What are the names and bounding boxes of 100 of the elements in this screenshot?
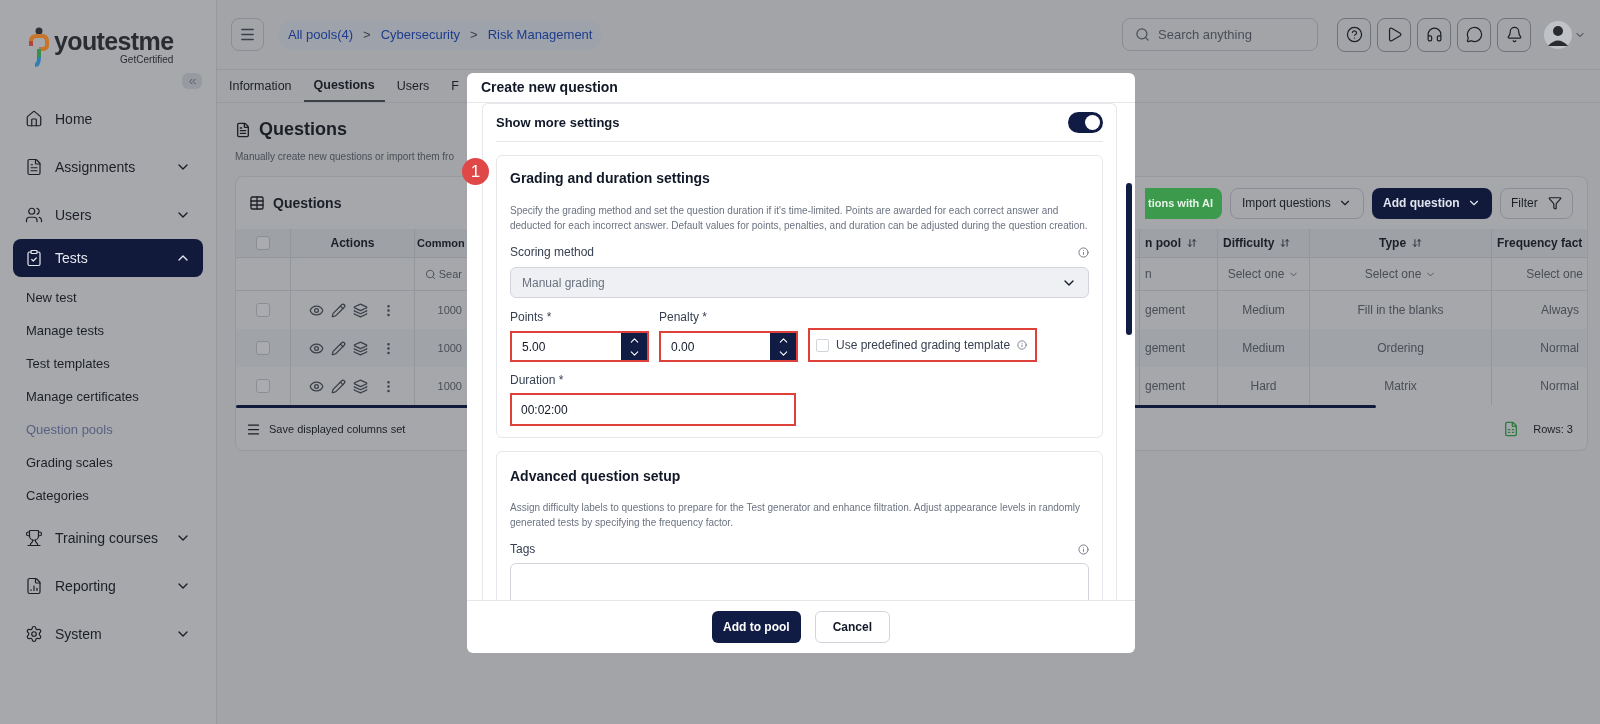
filter-icon: [1548, 196, 1562, 210]
import-dropdown[interactable]: Import questions: [1230, 187, 1364, 219]
table-cell-text: Hard: [1250, 378, 1277, 395]
field-label: Tags: [510, 541, 536, 558]
view-icon[interactable]: [309, 302, 324, 318]
layers-icon[interactable]: [353, 340, 368, 356]
cancel-button[interactable]: Cancel: [814, 611, 890, 643]
edit-icon[interactable]: [331, 302, 346, 318]
field-label: Duration *: [510, 372, 565, 389]
bell-button[interactable]: [1497, 17, 1531, 52]
nav-item[interactable]: Tests: [13, 239, 203, 277]
table-cell-text: Normal: [1540, 378, 1579, 395]
help-icon: [1345, 26, 1363, 43]
breadcrumb-link[interactable]: All pools(4): [288, 24, 354, 45]
filter-placeholder[interactable]: Sear: [438, 265, 462, 283]
nav-subitem[interactable]: Grading scales: [13, 446, 203, 479]
nav-subitem[interactable]: Manage certificates: [13, 380, 203, 413]
table-cell-text: Always: [1541, 302, 1579, 319]
view-icon[interactable]: [309, 378, 324, 394]
table-cell-text: Matrix: [1384, 378, 1417, 395]
save-columns-link[interactable]: Save displayed columns set: [269, 420, 406, 438]
page-description: Manually create new questions or import them fro: [234, 150, 455, 164]
checkbox[interactable]: [256, 341, 270, 355]
sort-icon[interactable]: [1187, 238, 1197, 248]
nav-item[interactable]: Users: [13, 191, 203, 239]
breadcrumb-link[interactable]: Risk Management: [487, 24, 593, 45]
chat-button[interactable]: [1457, 17, 1491, 52]
tab[interactable]: Users: [386, 70, 440, 102]
stepper[interactable]: [770, 333, 796, 360]
nav-item[interactable]: Home: [13, 95, 203, 143]
info-icon[interactable]: [1017, 340, 1028, 350]
checkbox[interactable]: [256, 303, 270, 317]
filter-button[interactable]: Filter: [1500, 187, 1573, 219]
field-label: Points *: [510, 309, 553, 326]
layers-icon[interactable]: [353, 378, 368, 394]
menu-icon: [239, 26, 256, 43]
dialog-title: Create new question: [481, 78, 618, 97]
menu-icon[interactable]: [246, 421, 261, 437]
column-header: Actions: [330, 235, 375, 252]
nav-subitem[interactable]: New test: [13, 281, 203, 314]
checkbox[interactable]: [256, 379, 270, 393]
sort-icon[interactable]: [1412, 238, 1423, 248]
number-field[interactable]: 5.00: [510, 331, 649, 362]
search-icon: [1135, 27, 1150, 42]
nav-item[interactable]: Assignments: [13, 143, 203, 191]
nav-subitem[interactable]: Test templates: [13, 347, 203, 380]
info-icon[interactable]: [1078, 246, 1089, 258]
tab[interactable]: F: [441, 70, 469, 102]
table-cell-text: Medium: [1242, 302, 1285, 319]
scrollbar-thumb[interactable]: [1126, 183, 1132, 335]
sort-icon[interactable]: [1280, 238, 1291, 248]
stepper[interactable]: [621, 333, 647, 360]
column-header: Common: [417, 235, 465, 251]
section-title: Advanced question setup: [510, 467, 682, 486]
filter-text[interactable]: Select one: [1526, 265, 1587, 283]
tab[interactable]: Information: [219, 70, 302, 102]
nav-item[interactable]: Reporting: [13, 562, 203, 610]
home-icon: [25, 110, 43, 128]
menu-button[interactable]: [231, 18, 264, 51]
breadcrumb-link[interactable]: Cybersecurity: [380, 24, 461, 45]
view-icon[interactable]: [309, 340, 324, 356]
logo-icon: [28, 27, 50, 67]
trophy-icon: [25, 529, 43, 547]
template-option[interactable]: Use predefined grading template: [808, 328, 1037, 362]
table-cell-text: Ordering: [1377, 340, 1424, 357]
headset-button[interactable]: [1417, 17, 1451, 52]
nav-subitem[interactable]: Categories: [13, 479, 203, 512]
filter-text[interactable]: n: [1140, 265, 1152, 283]
duration-field[interactable]: 00:02:00: [510, 393, 796, 426]
number-field[interactable]: 0.00: [659, 331, 798, 362]
nav-item[interactable]: Training courses: [13, 514, 203, 562]
avatar[interactable]: [1544, 20, 1572, 49]
filter-select[interactable]: Select one: [1364, 265, 1437, 283]
edit-icon[interactable]: [331, 340, 346, 356]
toggle-switch[interactable]: [1068, 112, 1103, 133]
add-to-pool-button[interactable]: Add to pool: [712, 611, 801, 643]
bell-icon: [1505, 26, 1523, 43]
checkbox[interactable]: [256, 236, 270, 250]
column-header: Type: [1378, 235, 1407, 252]
section-description: Assign difficulty labels to questions to prepare for the Test generator and enhance filtration. Adjust appearance levels in randomly generated tests by specifying the frequency factor.: [510, 501, 1081, 530]
headset-icon: [1425, 26, 1443, 43]
table-cell-text: 1000: [437, 340, 462, 356]
edit-icon[interactable]: [331, 378, 346, 394]
filter-select[interactable]: Select one: [1227, 265, 1300, 283]
report-icon: [25, 577, 43, 595]
add-question-button[interactable]: Add question: [1372, 187, 1492, 219]
settings-icon: [25, 625, 43, 643]
logo-wordmark: youtestme: [54, 28, 174, 54]
play-button[interactable]: [1377, 17, 1411, 52]
help-button[interactable]: [1337, 17, 1371, 52]
tab[interactable]: Questions: [303, 70, 385, 102]
layers-icon[interactable]: [353, 302, 368, 318]
table-cell-text: Medium: [1242, 340, 1285, 357]
breadcrumb-separator: >: [470, 25, 478, 44]
nav-subitem[interactable]: Manage tests: [13, 314, 203, 347]
page-title: Questions: [259, 118, 347, 141]
info-icon[interactable]: [1078, 543, 1089, 555]
rows-count: Rows: 3: [1533, 421, 1573, 437]
nav-item[interactable]: System: [13, 610, 203, 658]
table-cell-text: gement: [1145, 302, 1186, 319]
